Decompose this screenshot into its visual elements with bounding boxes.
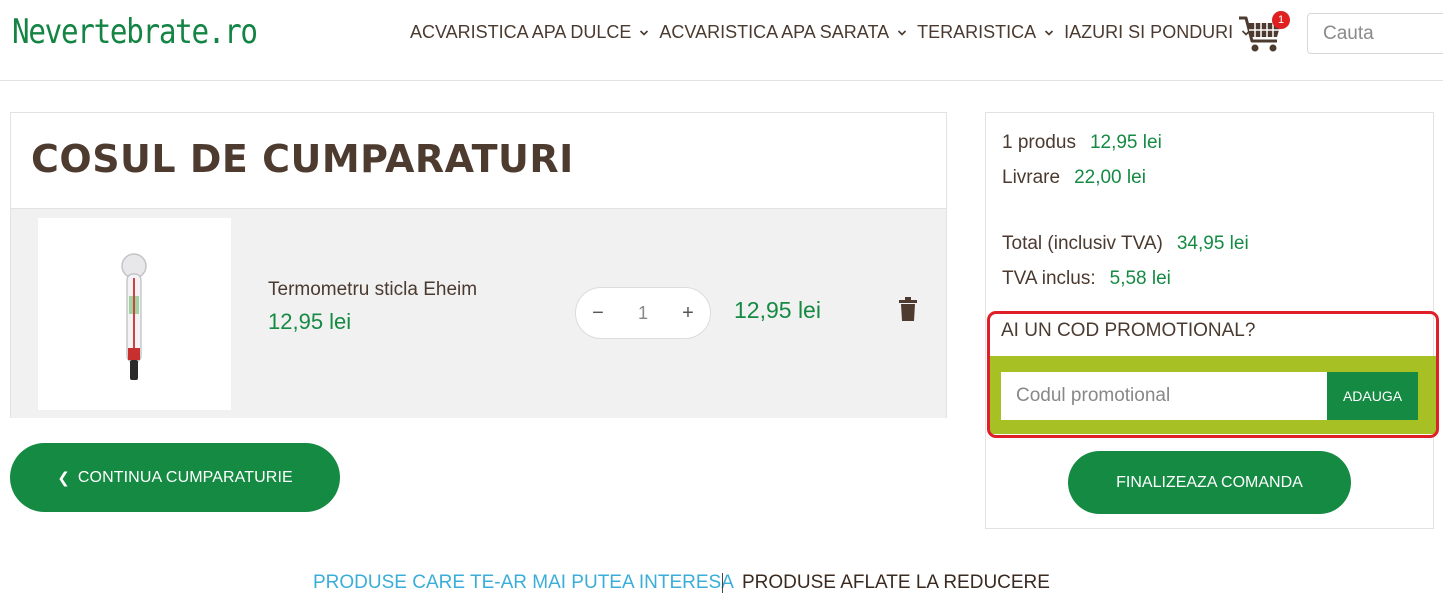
tab-discounted-products[interactable]: PRODUSE AFLATE LA REDUCERE: [742, 572, 1050, 594]
quantity-value[interactable]: 1: [638, 303, 648, 324]
nav-item-label: ACVARISTICA APA DULCE: [410, 22, 632, 42]
tab-divider: [722, 573, 723, 593]
trash-icon[interactable]: [899, 297, 917, 321]
continue-shopping-label: CONTINUA CUMPARATURIE: [77, 468, 293, 486]
summary-shipping-value: 22,00 lei: [1074, 167, 1146, 188]
cart-box: COSUL DE CUMPARATURI Termometru sticla E…: [10, 112, 947, 418]
tab-interesting-products[interactable]: PRODUSE CARE TE-AR MAI PUTEA INTERESA: [313, 572, 734, 594]
summary-shipping: Livrare 22,00 lei: [1002, 167, 1146, 189]
search-input[interactable]: [1307, 13, 1443, 54]
page-title: COSUL DE CUMPARATURI: [31, 137, 574, 181]
quantity-increment-button[interactable]: +: [680, 302, 696, 325]
nav-item-label: TERARISTICA: [917, 22, 1037, 42]
summary-vat-label: TVA inclus:: [1002, 268, 1096, 289]
cart-count-badge: 1: [1272, 11, 1290, 29]
summary-vat-value: 5,58 lei: [1109, 268, 1171, 289]
chevron-left-icon: ❮: [57, 469, 70, 487]
summary-products-value: 12,95 lei: [1089, 132, 1162, 153]
line-total: 12,95 lei: [734, 297, 821, 323]
chevron-down-icon: [1045, 29, 1054, 36]
product-unit-price: 12,95 lei: [268, 309, 352, 334]
product-name[interactable]: Termometru sticla Eheim: [268, 279, 477, 301]
promo-highlight-frame: [987, 311, 1439, 438]
thermometer-image: [121, 253, 147, 380]
nav-item-label: ACVARISTICA APA SARATA: [659, 22, 890, 42]
site-logo[interactable]: Nevertebrate.ro: [12, 12, 258, 52]
summary-total: Total (inclusiv TVA) 34,95 lei: [1002, 233, 1249, 255]
product-image[interactable]: [38, 218, 231, 410]
quantity-decrement-button[interactable]: −: [590, 302, 606, 325]
summary-products-label: 1 produs: [1002, 132, 1076, 153]
continue-shopping-button[interactable]: ❮ CONTINUA CUMPARATURIE: [10, 443, 340, 512]
nav-item-teraristica[interactable]: TERARISTICA: [917, 22, 1054, 43]
summary-products: 1 produs 12,95 lei: [1002, 132, 1162, 154]
nav-item-label: IAZURI SI PONDURI: [1064, 22, 1234, 42]
nav-item-apa-sarata[interactable]: ACVARISTICA APA SARATA: [659, 22, 907, 43]
main-nav: ACVARISTICA APA DULCE ACVARISTICA APA SA…: [410, 22, 1261, 43]
site-header: Nevertebrate.ro ACVARISTICA APA DULCE AC…: [0, 0, 1443, 81]
cart-item-row: Termometru sticla Eheim 12,95 lei − 1 + …: [11, 208, 946, 418]
chevron-down-icon: [640, 29, 649, 36]
nav-item-apa-dulce[interactable]: ACVARISTICA APA DULCE: [410, 22, 649, 43]
summary-shipping-label: Livrare: [1002, 167, 1061, 188]
finalize-order-button[interactable]: FINALIZEAZA COMANDA: [1068, 451, 1351, 514]
summary-vat: TVA inclus: 5,58 lei: [1002, 268, 1171, 290]
chevron-down-icon: [898, 29, 907, 36]
summary-total-value: 34,95 lei: [1176, 233, 1249, 254]
nav-item-iazuri[interactable]: IAZURI SI PONDURI: [1064, 22, 1251, 43]
quantity-stepper: − 1 +: [575, 287, 711, 339]
summary-total-label: Total (inclusiv TVA): [1002, 233, 1163, 254]
